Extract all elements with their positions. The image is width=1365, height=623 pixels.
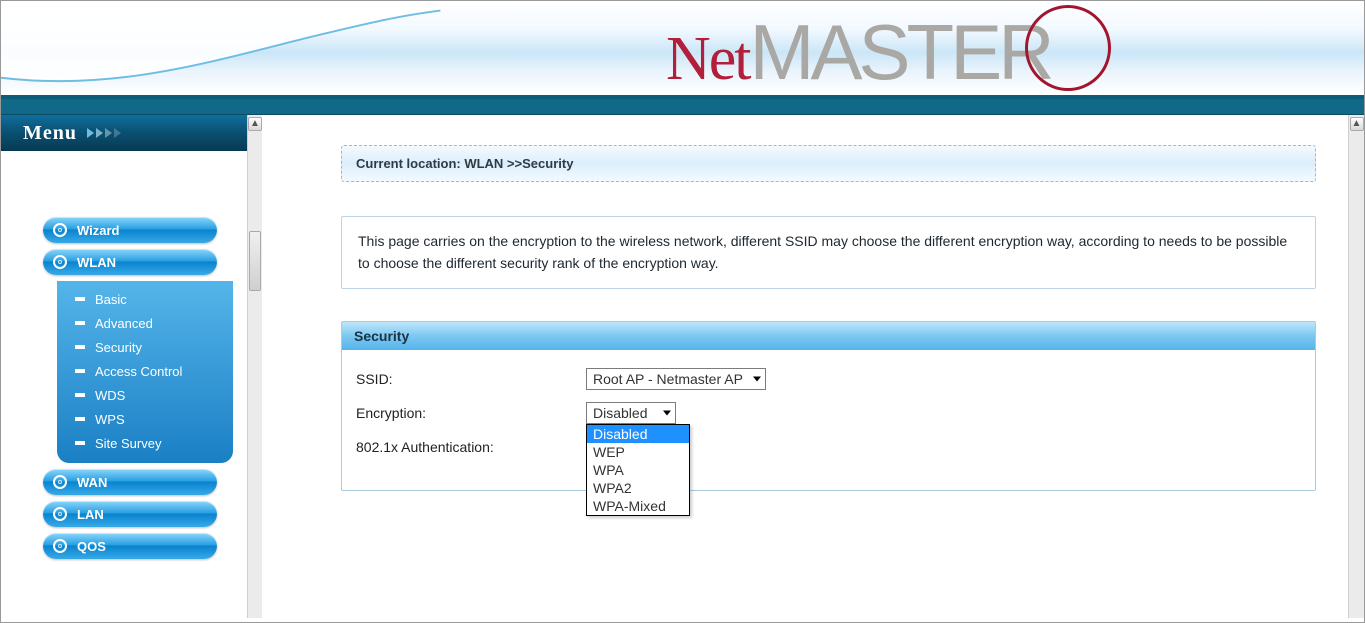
row-encryption: Encryption: Disabled Disabled WEP WPA WP…: [356, 398, 1301, 428]
nav-item-wizard[interactable]: Wizard: [43, 217, 217, 243]
encryption-option[interactable]: WEP: [587, 443, 689, 461]
nav-label: Wizard: [77, 223, 120, 238]
ssid-select-field[interactable]: Root AP - Netmaster AP: [586, 368, 766, 390]
encryption-select[interactable]: Disabled Disabled WEP WPA WPA2 WPA-Mixed: [586, 402, 676, 424]
security-panel: Security SSID: Root AP - Netmaster AP: [341, 321, 1316, 491]
nav-sub-label: Basic: [95, 292, 127, 307]
radio-ring-icon: [53, 255, 67, 269]
brand-net: Net: [666, 25, 750, 93]
breadcrumb: Current location: WLAN >>Security: [341, 145, 1316, 182]
dash-icon: [75, 297, 85, 301]
nav-sub-wps[interactable]: WPS: [71, 407, 221, 431]
nav-sub-advanced[interactable]: Advanced: [71, 311, 221, 335]
panel-header: Security: [342, 322, 1315, 350]
brand-logo: NetMASTER: [666, 7, 1051, 98]
dash-icon: [75, 345, 85, 349]
row-ssid: SSID: Root AP - Netmaster AP: [356, 364, 1301, 394]
dash-icon: [75, 441, 85, 445]
nav-sub-label: Advanced: [95, 316, 153, 331]
description-text: This page carries on the encryption to t…: [358, 233, 1287, 271]
stage: Menu Wizard WLAN Basic: [1, 115, 1364, 618]
nav-sub-label: Security: [95, 340, 142, 355]
nav-item-wan[interactable]: WAN: [43, 469, 217, 495]
menu-header: Menu: [1, 115, 247, 151]
nav-sub-site-survey[interactable]: Site Survey: [71, 431, 221, 455]
nav-sub-basic[interactable]: Basic: [71, 287, 221, 311]
dash-icon: [75, 417, 85, 421]
chevron-down-icon: [663, 411, 671, 416]
nav-item-qos[interactable]: QOS: [43, 533, 217, 559]
dash-icon: [75, 369, 85, 373]
radio-ring-icon: [53, 223, 67, 237]
page-description: This page carries on the encryption to t…: [341, 216, 1316, 289]
encryption-select-field[interactable]: Disabled: [586, 402, 676, 424]
radio-ring-icon: [53, 539, 67, 553]
nav: Wizard WLAN Basic Advanced: [1, 151, 247, 618]
nav-item-wlan[interactable]: WLAN: [43, 249, 217, 275]
sidebar: Menu Wizard WLAN Basic: [1, 115, 251, 618]
encryption-option[interactable]: Disabled: [587, 425, 689, 443]
encryption-option[interactable]: WPA-Mixed: [587, 497, 689, 515]
nav-sub-security[interactable]: Security: [71, 335, 221, 359]
nav-sub-access-control[interactable]: Access Control: [71, 359, 221, 383]
chevron-down-icon: [753, 377, 761, 382]
encryption-dropdown: Disabled WEP WPA WPA2 WPA-Mixed: [586, 424, 690, 516]
panel-title: Security: [354, 328, 409, 344]
brand-master: MASTER: [750, 8, 1051, 96]
dash-icon: [75, 321, 85, 325]
encryption-option[interactable]: WPA2: [587, 479, 689, 497]
nav-wlan-subgroup: Basic Advanced Security Access Control: [57, 281, 233, 463]
scroll-up-icon[interactable]: ▲: [1350, 117, 1364, 131]
teal-strip: [1, 99, 1364, 115]
nav-item-lan[interactable]: LAN: [43, 501, 217, 527]
encryption-select-value: Disabled: [593, 405, 647, 421]
row-auth: 802.1x Authentication:: [356, 432, 1301, 462]
nav-sub-wds[interactable]: WDS: [71, 383, 221, 407]
dash-icon: [75, 393, 85, 397]
nav-label: WLAN: [77, 255, 116, 270]
nav-sub-label: Access Control: [95, 364, 182, 379]
nav-label: WAN: [77, 475, 107, 490]
content: Current location: WLAN >>Security This p…: [251, 115, 1364, 618]
nav-sub-label: WPS: [95, 412, 125, 427]
nav-label: LAN: [77, 507, 104, 522]
menu-header-label: Menu: [23, 122, 77, 145]
encryption-label: Encryption:: [356, 405, 586, 421]
banner: NetMASTER: [1, 1, 1364, 99]
ssid-label: SSID:: [356, 371, 586, 387]
radio-ring-icon: [53, 507, 67, 521]
nav-label: QOS: [77, 539, 106, 554]
nav-sub-label: Site Survey: [95, 436, 161, 451]
nav-sub-label: WDS: [95, 388, 125, 403]
ssid-select-value: Root AP - Netmaster AP: [593, 371, 743, 387]
content-scrollbar[interactable]: ▲: [1348, 115, 1364, 618]
breadcrumb-text: Current location: WLAN >>Security: [356, 156, 573, 171]
radio-ring-icon: [53, 475, 67, 489]
auth-label: 802.1x Authentication:: [356, 439, 586, 455]
chevron-right-icon: [87, 128, 121, 138]
ssid-select[interactable]: Root AP - Netmaster AP: [586, 368, 766, 390]
encryption-option[interactable]: WPA: [587, 461, 689, 479]
